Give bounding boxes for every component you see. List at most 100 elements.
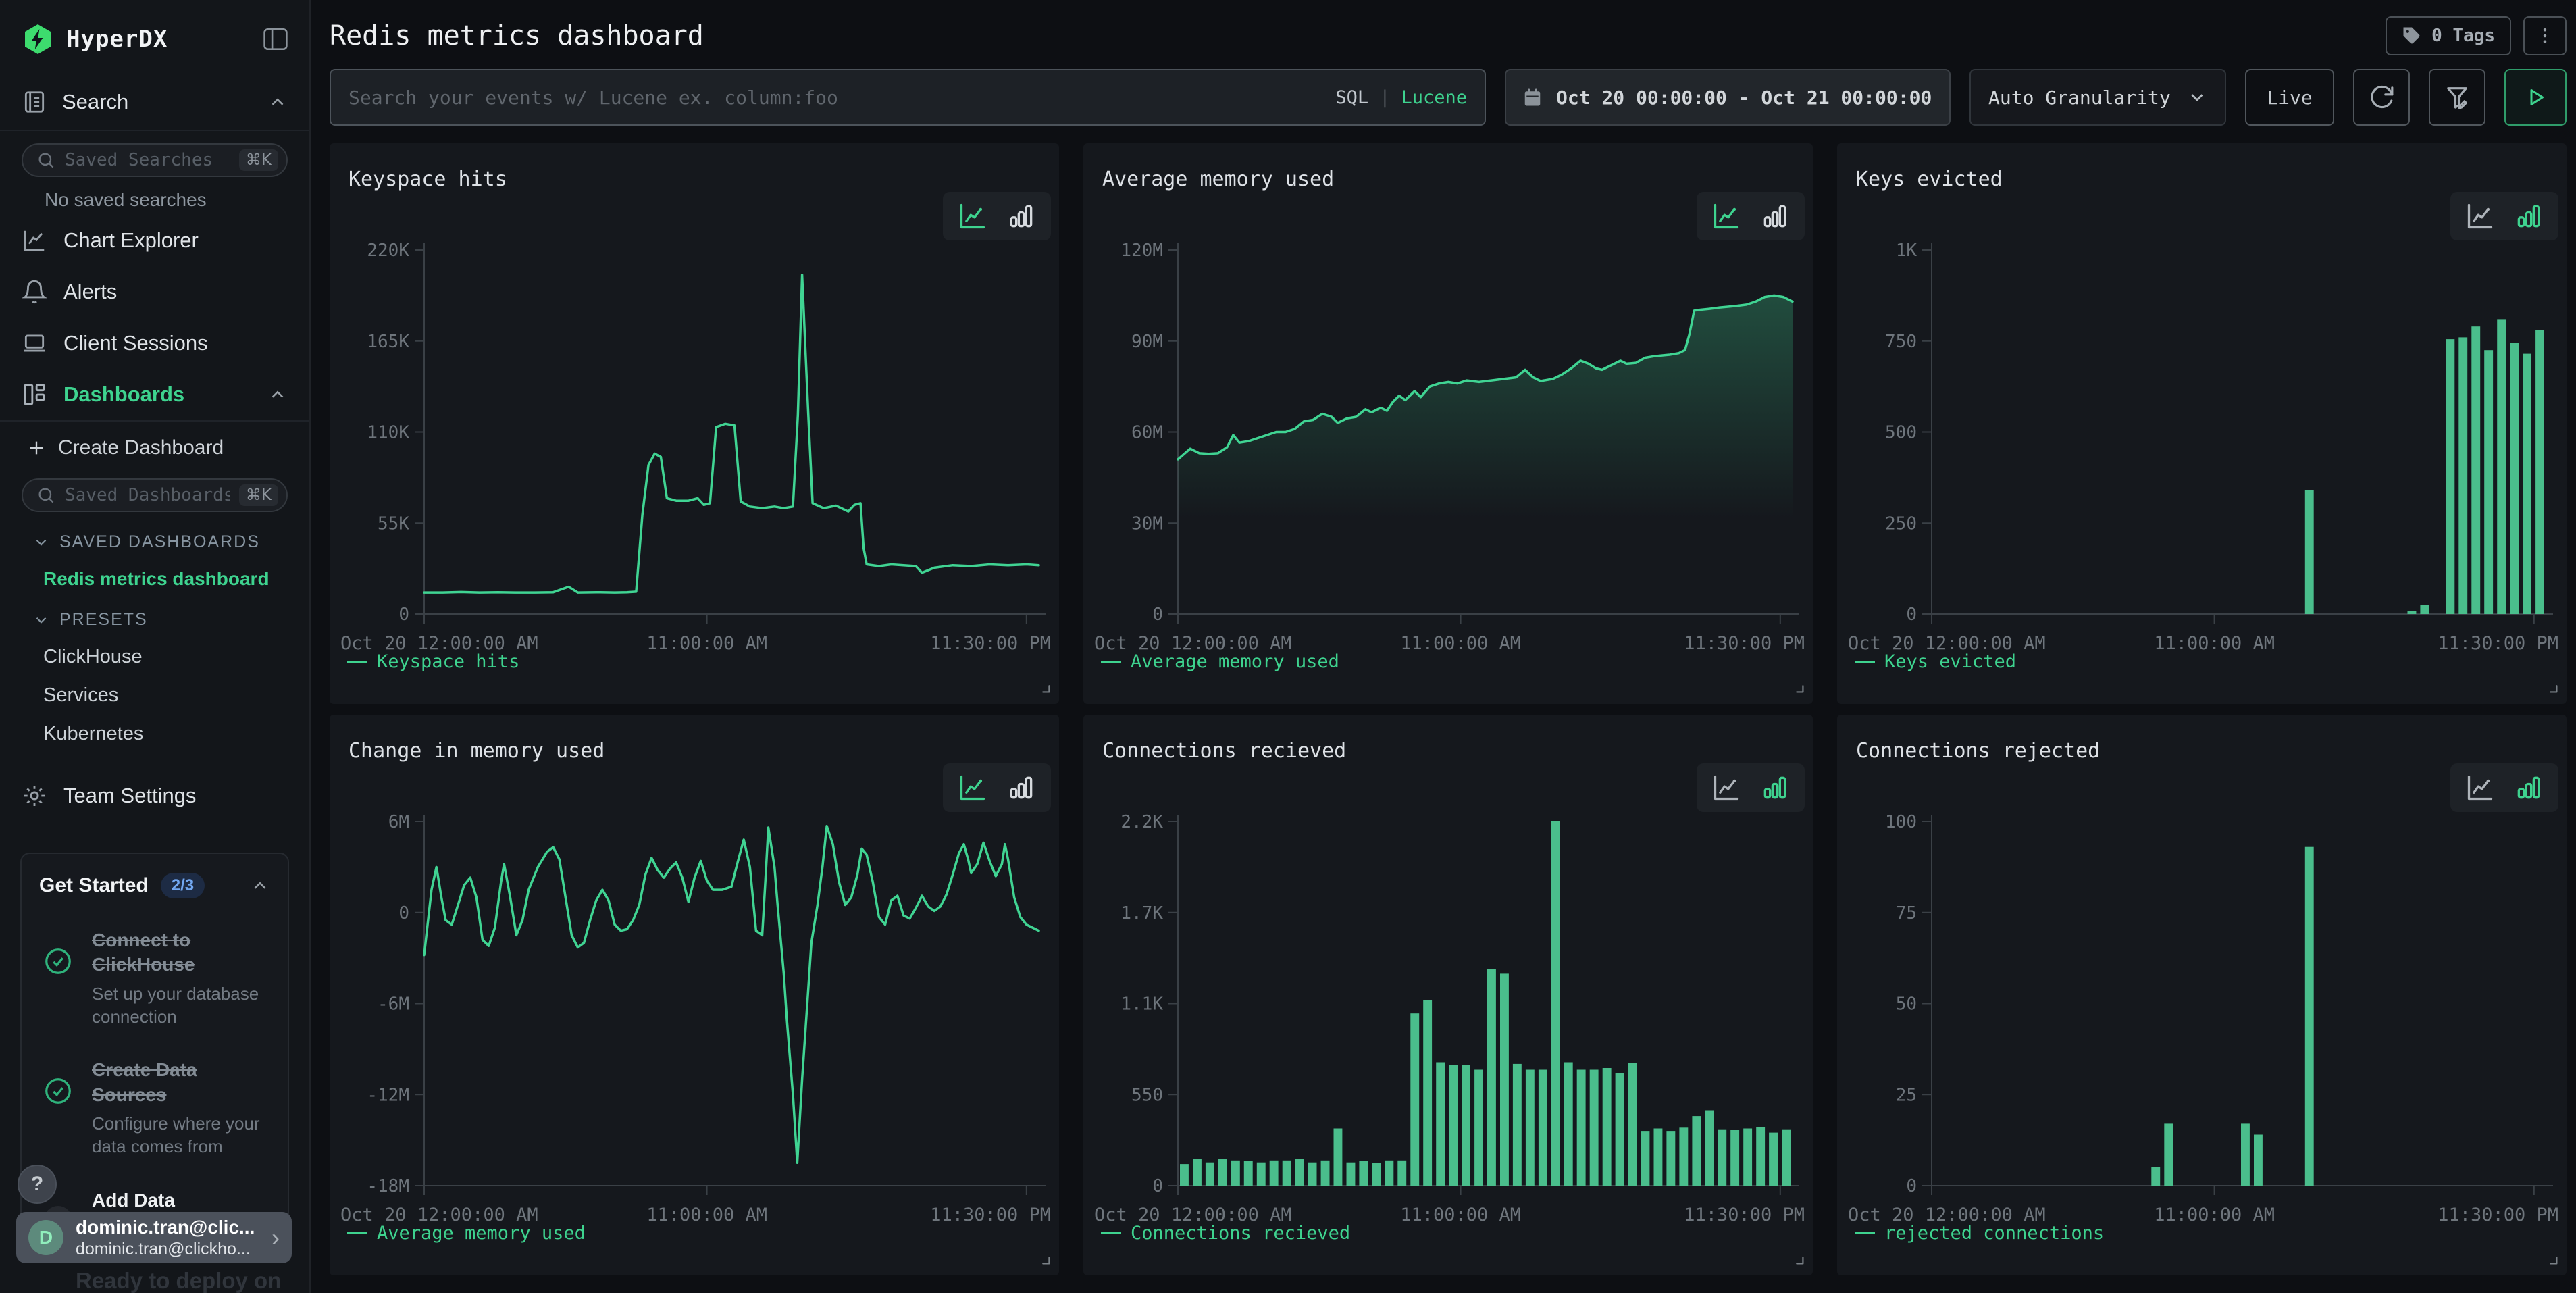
chart-legend: Keys evicted bbox=[1855, 651, 2016, 672]
resize-handle-icon[interactable] bbox=[1037, 680, 1052, 699]
svg-text:120M: 120M bbox=[1120, 240, 1163, 261]
svg-text:11:00:00 AM: 11:00:00 AM bbox=[1400, 1205, 1521, 1225]
sql-toggle[interactable]: SQL bbox=[1335, 87, 1368, 108]
page-title: Redis metrics dashboard bbox=[330, 20, 2386, 51]
svg-text:0: 0 bbox=[1152, 605, 1163, 625]
svg-text:11:30:00 PM: 11:30:00 PM bbox=[930, 633, 1051, 654]
shortcut-badge: ⌘K bbox=[239, 484, 278, 506]
live-button[interactable]: Live bbox=[2245, 69, 2334, 126]
date-range-picker[interactable]: Oct 20 00:00:00 - Oct 21 00:00:00 bbox=[1505, 69, 1951, 126]
chart-type-toolbar bbox=[943, 192, 1051, 240]
svg-text:11:30:00 PM: 11:30:00 PM bbox=[2438, 633, 2558, 654]
bar-chart-icon[interactable] bbox=[1760, 773, 1790, 803]
sidebar-item-team-settings[interactable]: Team Settings bbox=[0, 765, 309, 826]
main-area: Redis metrics dashboard 0 Tags SQL | Luc… bbox=[312, 0, 2576, 1293]
svg-text:25: 25 bbox=[1896, 1085, 1917, 1105]
preset-item-services[interactable]: Services bbox=[43, 684, 309, 707]
resize-handle-icon[interactable] bbox=[1791, 1252, 1806, 1270]
event-search-input[interactable] bbox=[349, 86, 1324, 109]
line-chart-icon[interactable] bbox=[958, 201, 987, 231]
resize-handle-icon[interactable] bbox=[1791, 680, 1806, 699]
kebab-icon bbox=[2535, 26, 2555, 46]
bell-icon bbox=[22, 279, 47, 305]
presets-group-header[interactable]: PRESETS bbox=[32, 610, 309, 630]
saved-dashboards-group-header[interactable]: SAVED DASHBOARDS bbox=[32, 532, 309, 552]
get-started-progress-badge: 2/3 bbox=[161, 873, 205, 898]
svg-text:6M: 6M bbox=[388, 812, 409, 832]
chart-title: Change in memory used bbox=[349, 739, 604, 763]
sidebar-section-search[interactable]: Search bbox=[0, 74, 309, 130]
resize-handle-icon[interactable] bbox=[2545, 680, 2560, 699]
help-button[interactable]: ? bbox=[18, 1165, 57, 1204]
calendar-icon bbox=[1522, 87, 1543, 107]
user-name: dominic.tran@clic... bbox=[76, 1217, 259, 1238]
user-profile-chip[interactable]: D dominic.tran@clic... dominic.tran@clic… bbox=[16, 1212, 292, 1263]
chart-card: Keys evictedKeys evicted1K7505002500Oct … bbox=[1837, 143, 2567, 704]
bar-chart-icon[interactable] bbox=[1006, 201, 1036, 231]
svg-text:55K: 55K bbox=[378, 513, 409, 534]
chart-legend: Average memory used bbox=[347, 1223, 586, 1244]
sidebar-item-chart-explorer[interactable]: Chart Explorer bbox=[0, 215, 309, 266]
sidebar-item-alerts[interactable]: Alerts bbox=[0, 266, 309, 318]
magnifier-icon bbox=[36, 486, 55, 505]
preset-item-kubernetes[interactable]: Kubernetes bbox=[43, 723, 309, 745]
run-query-button[interactable] bbox=[2504, 69, 2567, 126]
svg-text:-6M: -6M bbox=[378, 994, 409, 1015]
line-chart-icon[interactable] bbox=[1711, 201, 1741, 231]
chart-legend: Connections recieved bbox=[1101, 1223, 1350, 1244]
refresh-button[interactable] bbox=[2353, 69, 2410, 126]
svg-text:30M: 30M bbox=[1131, 513, 1163, 534]
saved-dashboards-field[interactable] bbox=[65, 485, 230, 505]
event-search-box[interactable]: SQL | Lucene bbox=[330, 69, 1486, 126]
get-started-item-connect[interactable]: Connect to ClickHouse Set up your databa… bbox=[39, 928, 270, 1028]
svg-text:1K: 1K bbox=[1896, 240, 1917, 261]
bar-chart-icon[interactable] bbox=[1006, 773, 1036, 803]
sidebar-item-dashboards[interactable]: Dashboards bbox=[0, 369, 309, 420]
line-chart-icon[interactable] bbox=[958, 773, 987, 803]
chart-title: Keyspace hits bbox=[349, 168, 507, 191]
line-chart-icon[interactable] bbox=[1711, 773, 1741, 803]
line-chart-icon[interactable] bbox=[2465, 773, 2495, 803]
chart-title: Average memory used bbox=[1102, 168, 1334, 191]
bar-chart-icon[interactable] bbox=[2514, 201, 2544, 231]
sidebar-item-client-sessions[interactable]: Client Sessions bbox=[0, 318, 309, 369]
svg-text:100: 100 bbox=[1885, 812, 1917, 832]
create-dashboard-button[interactable]: Create Dashboard bbox=[0, 422, 309, 466]
bar-chart-icon[interactable] bbox=[1760, 201, 1790, 231]
resize-handle-icon[interactable] bbox=[1037, 1252, 1052, 1270]
chevron-right-icon: › bbox=[272, 1223, 280, 1252]
chart-title: Connections rejected bbox=[1856, 739, 2100, 763]
get-started-item-sources[interactable]: Create Data Sources Configure where your… bbox=[39, 1058, 270, 1158]
collapse-sidebar-icon[interactable] bbox=[262, 27, 289, 51]
brand-title: HyperDX bbox=[66, 26, 250, 53]
chart-title: Keys evicted bbox=[1856, 168, 2003, 191]
bar-chart-icon[interactable] bbox=[2514, 773, 2544, 803]
preset-item-clickhouse[interactable]: ClickHouse bbox=[43, 646, 309, 668]
dashboard-menu-button[interactable] bbox=[2523, 16, 2567, 55]
user-email: dominic.tran@clickho... bbox=[76, 1240, 259, 1259]
chevron-up-icon[interactable] bbox=[250, 876, 270, 896]
svg-text:90M: 90M bbox=[1131, 332, 1163, 352]
chevron-down-icon bbox=[32, 611, 50, 629]
resize-handle-icon[interactable] bbox=[2545, 1252, 2560, 1270]
chart-type-toolbar bbox=[1697, 192, 1805, 240]
chart-legend: Keyspace hits bbox=[347, 651, 519, 672]
avatar: D bbox=[28, 1220, 63, 1255]
saved-dashboards-input[interactable]: ⌘K bbox=[22, 478, 288, 512]
granularity-select[interactable]: Auto Granularity bbox=[1969, 69, 2226, 126]
svg-text:11:30:00 PM: 11:30:00 PM bbox=[1684, 633, 1805, 654]
filter-button[interactable] bbox=[2429, 69, 2485, 126]
chart-type-toolbar bbox=[2450, 192, 2558, 240]
svg-text:1.7K: 1.7K bbox=[1120, 903, 1163, 923]
tags-button[interactable]: 0 Tags bbox=[2386, 16, 2511, 55]
saved-searches-input[interactable]: ⌘K bbox=[22, 143, 288, 177]
charts-grid: Keyspace hitsKeyspace hits220K165K110K55… bbox=[330, 143, 2567, 1275]
saved-dashboard-item-redis[interactable]: Redis metrics dashboard bbox=[43, 568, 309, 590]
svg-text:165K: 165K bbox=[367, 332, 409, 352]
svg-text:11:00:00 AM: 11:00:00 AM bbox=[1400, 633, 1521, 654]
saved-searches-field[interactable] bbox=[65, 150, 230, 170]
line-chart-icon[interactable] bbox=[2465, 201, 2495, 231]
dashboard-grid-icon bbox=[22, 382, 47, 407]
chart-card: Change in memory used Average memory used… bbox=[330, 715, 1059, 1275]
lucene-toggle[interactable]: Lucene bbox=[1401, 87, 1467, 108]
